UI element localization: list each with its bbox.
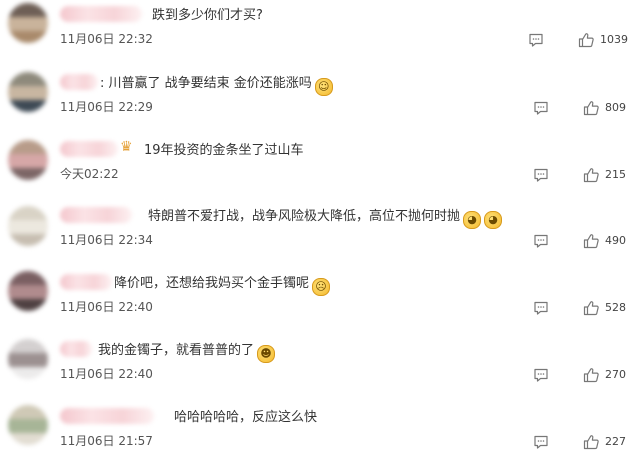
comment-text-label: : 川普赢了 战争要结束 金价还能涨吗 bbox=[100, 76, 312, 91]
username-blurred[interactable] bbox=[60, 141, 118, 157]
username-blurred[interactable] bbox=[60, 341, 92, 357]
like-button[interactable]: 1039 bbox=[578, 32, 634, 48]
timestamp: 11月06日 21:57 bbox=[60, 434, 153, 448]
like-button[interactable]: 227 bbox=[583, 434, 639, 450]
like-count: 809 bbox=[605, 101, 626, 114]
comment-item: 降价吧，还想给我妈买个金手镯呢 ☹ 11月06日 22:40 528 bbox=[0, 270, 640, 336]
comment-text: 我的金镯子，就看普普的了 ☻ bbox=[98, 339, 276, 363]
comment-item: 特朗普不爱打战，战争风险极大降低，高位不抛何时抛 ◕ ◕ 11月06日 22:34 49… bbox=[0, 203, 640, 269]
comment-text: : 川普赢了 战争要结束 金价还能涨吗 ☺ bbox=[100, 72, 333, 96]
like-count: 215 bbox=[605, 168, 626, 181]
comment-item: 跌到多少你们才买? 11月06日 22:32 1039 bbox=[0, 2, 640, 68]
avatar[interactable] bbox=[8, 339, 48, 379]
like-count: 528 bbox=[605, 301, 626, 314]
comment-item: : 川普赢了 战争要结束 金价还能涨吗 ☺ 11月06日 22:29 809 bbox=[0, 70, 640, 136]
username-blurred[interactable] bbox=[60, 74, 98, 90]
comment-text-label: 跌到多少你们才买? bbox=[152, 8, 263, 23]
like-button[interactable]: 270 bbox=[583, 367, 639, 383]
dog-face-icon: ◕ bbox=[463, 211, 482, 229]
avatar[interactable] bbox=[8, 3, 48, 43]
dog-face-icon: ◕ bbox=[484, 211, 503, 229]
reply-icon[interactable] bbox=[528, 32, 544, 48]
reply-icon[interactable] bbox=[533, 233, 549, 249]
timestamp: 11月06日 22:29 bbox=[60, 100, 153, 114]
crying-face-icon: ☹ bbox=[312, 278, 331, 296]
like-count: 270 bbox=[605, 368, 626, 381]
comment-text-label: 哈哈哈哈哈，反应这么快 bbox=[174, 410, 318, 425]
comment-text-label: 19年投资的金条坐了过山车 bbox=[144, 143, 304, 158]
timestamp: 11月06日 22:34 bbox=[60, 233, 153, 247]
comment-text: 哈哈哈哈哈，反应这么快 bbox=[174, 406, 317, 425]
avatar[interactable] bbox=[8, 72, 48, 112]
timestamp: 11月06日 22:40 bbox=[60, 367, 153, 381]
timestamp: 11月06日 22:40 bbox=[60, 300, 153, 314]
timestamp: 今天02:22 bbox=[60, 167, 119, 181]
like-button[interactable]: 528 bbox=[583, 300, 639, 316]
comment-text: 跌到多少你们才买? bbox=[152, 4, 263, 23]
comment-text-label: 我的金镯子，就看普普的了 bbox=[98, 343, 255, 358]
comment-item: 哈哈哈哈哈，反应这么快 11月06日 21:57 227 bbox=[0, 404, 640, 470]
comment-text-label: 特朗普不爱打战，战争风险极大降低，高位不抛何时抛 bbox=[148, 209, 461, 224]
username-blurred[interactable] bbox=[60, 408, 154, 424]
avatar[interactable] bbox=[8, 206, 48, 246]
timestamp: 11月06日 22:32 bbox=[60, 32, 153, 46]
like-count: 227 bbox=[605, 435, 626, 448]
reply-icon[interactable] bbox=[533, 367, 549, 383]
laughing-face-icon: ☻ bbox=[257, 345, 276, 363]
reply-icon[interactable] bbox=[533, 434, 549, 450]
username-blurred[interactable] bbox=[60, 6, 142, 22]
reply-icon[interactable] bbox=[533, 300, 549, 316]
comment-text: 19年投资的金条坐了过山车 bbox=[144, 139, 304, 158]
avatar[interactable] bbox=[8, 405, 48, 445]
badge-icon: ♛ bbox=[120, 139, 133, 155]
comment-text-label: 降价吧，还想给我妈买个金手镯呢 bbox=[114, 276, 310, 291]
reply-icon[interactable] bbox=[533, 100, 549, 116]
like-count: 1039 bbox=[600, 33, 628, 46]
comment-feed: 跌到多少你们才买? 11月06日 22:32 1039 : 川普赢了 战争要结束 金价… bbox=[0, 0, 640, 459]
comment-text: 特朗普不爱打战，战争风险极大降低，高位不抛何时抛 ◕ ◕ bbox=[148, 205, 503, 229]
comment-item: ♛ 19年投资的金条坐了过山车今天02:22 215 bbox=[0, 137, 640, 203]
comment-item: 我的金镯子，就看普普的了 ☻ 11月06日 22:40 270 bbox=[0, 337, 640, 403]
avatar[interactable] bbox=[8, 271, 48, 311]
like-button[interactable]: 809 bbox=[583, 100, 639, 116]
username-blurred[interactable] bbox=[60, 274, 112, 290]
reply-icon[interactable] bbox=[533, 167, 549, 183]
like-button[interactable]: 490 bbox=[583, 233, 639, 249]
like-count: 490 bbox=[605, 234, 626, 247]
username-blurred[interactable] bbox=[60, 207, 132, 223]
avatar[interactable] bbox=[8, 140, 48, 180]
face-icon: ☺ bbox=[314, 78, 333, 96]
comment-text: 降价吧，还想给我妈买个金手镯呢 ☹ bbox=[114, 272, 331, 296]
like-button[interactable]: 215 bbox=[583, 167, 639, 183]
